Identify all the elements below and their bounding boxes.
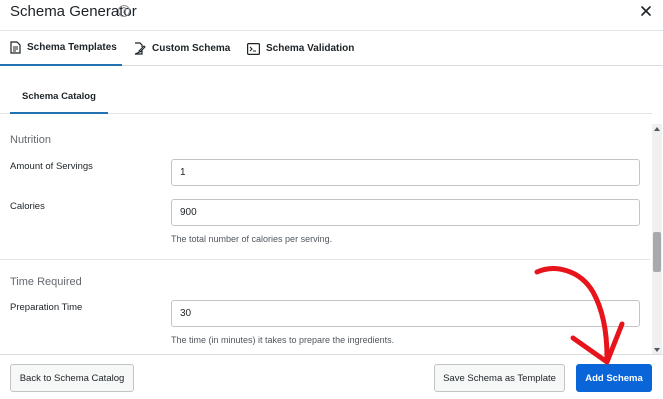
terminal-icon: [247, 42, 260, 55]
save-as-template-button[interactable]: Save Schema as Template: [434, 364, 565, 392]
modal-footer: Back to Schema Catalog Save Schema as Te…: [0, 354, 663, 399]
scrollbar-thumb[interactable]: [653, 232, 661, 272]
close-icon[interactable]: [637, 2, 655, 20]
document-icon: [10, 41, 21, 54]
scroll-up-arrow-icon[interactable]: [654, 127, 660, 131]
tab-label: Custom Schema: [152, 43, 231, 54]
tab-schema-templates[interactable]: Schema Templates: [0, 31, 122, 66]
edit-document-icon: [134, 42, 146, 55]
calories-input[interactable]: 900: [171, 199, 640, 226]
servings-input[interactable]: 1: [171, 159, 640, 186]
prep-time-input[interactable]: 30: [171, 300, 640, 327]
section-title-time-required: Time Required: [10, 276, 82, 288]
back-to-catalog-button[interactable]: Back to Schema Catalog: [10, 364, 134, 392]
calories-help-text: The total number of calories per serving…: [171, 234, 333, 244]
servings-value: 1: [180, 167, 186, 178]
calories-value: 900: [180, 207, 197, 218]
calories-label: Calories: [10, 201, 45, 212]
scroll-down-arrow-icon[interactable]: [654, 348, 660, 352]
modal-header: Schema Generator ?: [0, 0, 663, 30]
prep-time-label: Preparation Time: [10, 302, 83, 313]
tab-label: Schema Validation: [266, 43, 355, 54]
prep-time-help-text: The time (in minutes) it takes to prepar…: [171, 335, 395, 345]
content-scrollbar[interactable]: [652, 124, 662, 355]
tab-schema-validation[interactable]: Schema Validation: [247, 31, 354, 66]
tab-bar: Schema Templates Custom Schema Schema Va…: [0, 31, 663, 66]
add-schema-button[interactable]: Add Schema: [576, 364, 652, 392]
help-icon[interactable]: ?: [118, 5, 130, 17]
prep-time-value: 30: [180, 308, 192, 319]
subtab-bar: Schema Catalog: [0, 66, 652, 114]
section-title-nutrition: Nutrition: [10, 134, 51, 146]
section-divider: [0, 259, 650, 260]
tab-label: Schema Templates: [27, 42, 117, 53]
servings-label: Amount of Servings: [10, 161, 93, 172]
subtab-schema-catalog[interactable]: Schema Catalog: [10, 83, 108, 114]
form-content: Nutrition Amount of Servings 1 Calories …: [0, 115, 650, 355]
tab-custom-schema[interactable]: Custom Schema: [134, 31, 230, 66]
